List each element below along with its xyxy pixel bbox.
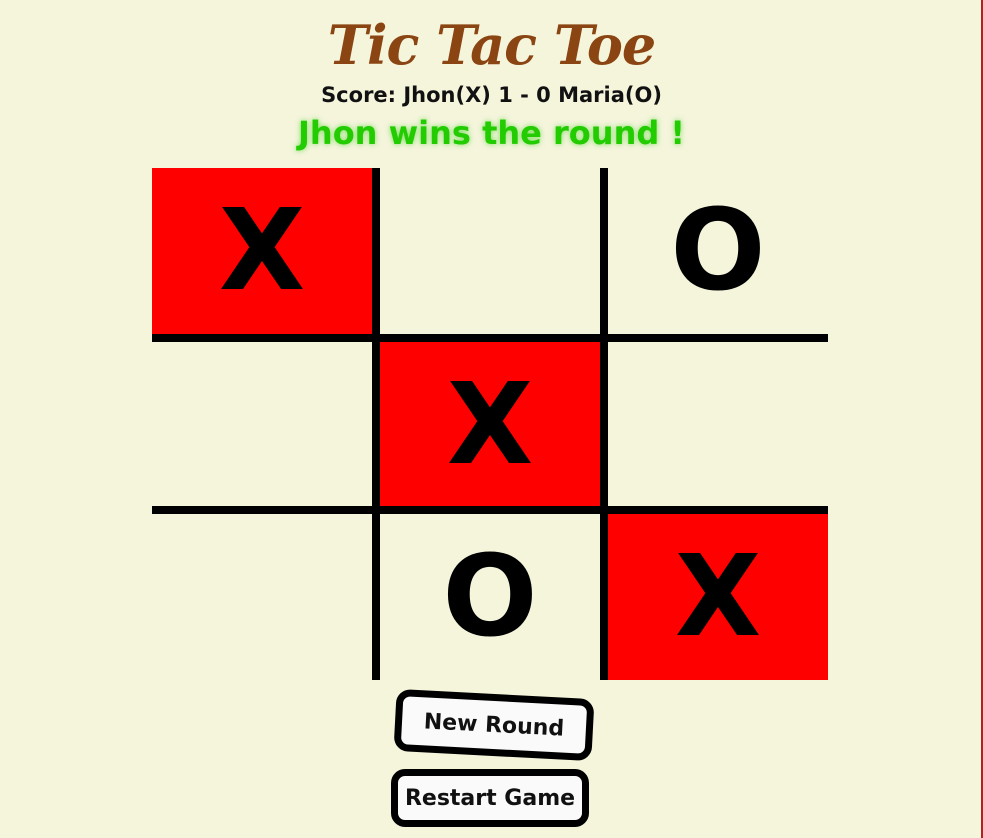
board-cell-9[interactable]: X <box>608 514 828 680</box>
round-status: Jhon wins the round ! <box>298 114 685 152</box>
board-cell-6[interactable] <box>608 342 828 508</box>
board-cell-2[interactable] <box>380 168 600 334</box>
board-cell-1[interactable]: X <box>152 168 372 334</box>
cell-mark: X <box>674 532 762 662</box>
game-board: X O X O X <box>152 168 828 680</box>
board-cell-5[interactable]: X <box>380 342 600 508</box>
board-cell-8[interactable]: O <box>380 514 600 680</box>
score-text: Score: Jhon(X) 1 - 0 Maria(O) <box>321 83 662 107</box>
grid-line-vertical-1 <box>372 168 380 680</box>
restart-game-button[interactable]: Restart Game <box>391 769 589 827</box>
board-cell-4[interactable] <box>152 342 372 508</box>
new-round-button[interactable]: New Round <box>393 688 595 762</box>
game-title: Tic Tac Toe <box>327 13 656 77</box>
cell-mark: X <box>218 186 306 316</box>
cell-mark: O <box>442 532 538 662</box>
board-cell-7[interactable] <box>152 514 372 680</box>
cell-mark: O <box>670 186 766 316</box>
board-cell-3[interactable]: O <box>608 168 828 334</box>
cell-mark: X <box>446 360 534 490</box>
grid-line-horizontal-2 <box>152 506 828 514</box>
grid-line-vertical-2 <box>600 168 608 680</box>
grid-line-horizontal-1 <box>152 334 828 342</box>
